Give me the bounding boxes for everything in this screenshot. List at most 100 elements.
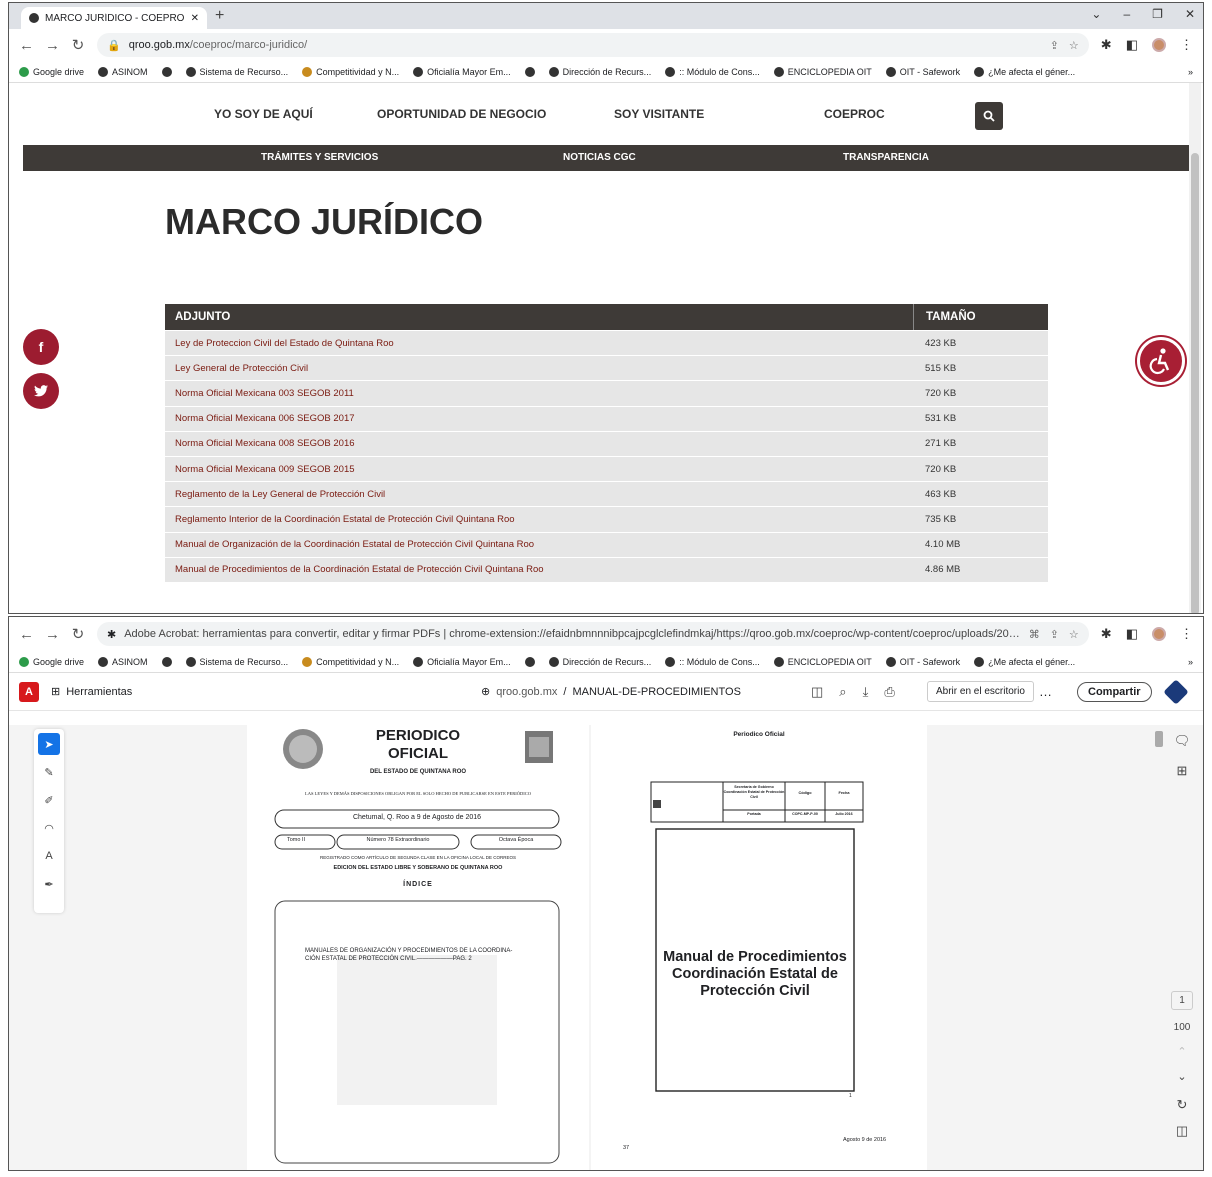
bookmark-item[interactable]: Oficialía Mayor Em... xyxy=(413,656,511,667)
print-icon[interactable]: ⎙ xyxy=(884,684,894,700)
bookmark-item[interactable] xyxy=(161,656,172,667)
bookmark-item[interactable]: :: Módulo de Cons... xyxy=(665,66,760,77)
search-icon[interactable]: ⌕ xyxy=(839,684,846,700)
comments-icon[interactable]: 🗨 xyxy=(1174,733,1191,749)
bookmark-item[interactable]: Competitividad y N... xyxy=(302,656,399,667)
download-icon[interactable]: ⤓ xyxy=(863,684,869,700)
attachment-link[interactable]: Ley General de Protección Civil xyxy=(165,363,913,374)
chevron-up-icon[interactable]: ⌃ xyxy=(1177,1045,1186,1058)
bookmark-item[interactable]: ¿Me afecta el géner... xyxy=(974,66,1075,77)
forward-icon[interactable]: → xyxy=(45,37,60,54)
close-tab-icon[interactable]: ✕ xyxy=(191,13,199,24)
sidepanel-icon[interactable]: ◧ xyxy=(1126,37,1138,53)
page-view-icon[interactable]: ◫ xyxy=(1176,1123,1188,1139)
bookmark-item[interactable]: Google drive xyxy=(19,656,84,667)
bookmark-item[interactable]: ASINOM xyxy=(98,656,148,667)
nav-soy-visitante[interactable]: SOY VISITANTE xyxy=(614,107,704,121)
bookmark-item[interactable]: Competitividad y N... xyxy=(302,66,399,77)
tools-button[interactable]: ⊞ Herramientas xyxy=(51,685,132,699)
bookmark-item[interactable] xyxy=(161,66,172,77)
restore-icon[interactable]: ❐ xyxy=(1152,7,1163,21)
bookmark-item[interactable] xyxy=(524,656,535,667)
bookmark-item[interactable]: :: Módulo de Cons... xyxy=(665,656,760,667)
bookmark-item[interactable]: Google drive xyxy=(19,66,84,77)
share-icon[interactable]: ⇪ xyxy=(1050,39,1059,52)
bookmarks-overflow-icon[interactable]: » xyxy=(1188,67,1193,77)
profile-avatar[interactable] xyxy=(1152,38,1166,52)
ai-assistant-icon[interactable] xyxy=(1163,678,1189,705)
facebook-button[interactable]: f xyxy=(23,329,59,365)
reload-icon[interactable]: ↻ xyxy=(71,36,85,54)
nav-oportunidad-negocio[interactable]: OPORTUNIDAD DE NEGOCIO xyxy=(377,107,546,121)
bookmark-star-icon[interactable]: ☆ xyxy=(1069,39,1079,52)
chevron-down-icon[interactable]: ⌄ xyxy=(1177,1070,1186,1083)
tab-search-icon[interactable]: ⌄ xyxy=(1091,7,1101,21)
page-number-input[interactable]: 1 xyxy=(1171,991,1193,1010)
bookmark-item[interactable]: ENCICLOPEDIA OIT xyxy=(773,66,872,77)
extensions-icon[interactable]: ✱ xyxy=(1101,37,1112,53)
add-comment-icon[interactable]: ✎ xyxy=(38,761,60,783)
share-button[interactable]: Compartir xyxy=(1077,681,1152,702)
sign-icon[interactable]: ✒ xyxy=(38,873,60,895)
nav-noticias[interactable]: NOTICIAS CGC xyxy=(563,152,636,163)
accessibility-button[interactable] xyxy=(1137,337,1185,385)
bookmark-item[interactable]: Oficialía Mayor Em... xyxy=(413,66,511,77)
back-icon[interactable]: ← xyxy=(19,37,34,54)
attachment-link[interactable]: Norma Oficial Mexicana 009 SEGOB 2015 xyxy=(165,464,913,475)
attachment-link[interactable]: Norma Oficial Mexicana 008 SEGOB 2016 xyxy=(165,438,913,449)
search-button[interactable] xyxy=(975,102,1003,130)
select-cursor-icon[interactable]: ➤ xyxy=(38,733,60,755)
attachment-link[interactable]: Reglamento Interior de la Coordinación E… xyxy=(165,514,913,525)
attachment-link[interactable]: Manual de Procedimientos de la Coordinac… xyxy=(165,564,913,575)
bookmarks-overflow-icon[interactable]: » xyxy=(1188,657,1193,667)
translate-icon[interactable]: ⌘ xyxy=(1029,628,1040,641)
bookmark-item[interactable]: Dirección de Recurs... xyxy=(548,66,651,77)
bookmark-item[interactable]: Sistema de Recurso... xyxy=(185,656,288,667)
bookmark-item[interactable]: Dirección de Recurs... xyxy=(548,656,651,667)
nav-yo-soy-de-aqui[interactable]: YO SOY DE AQUÍ xyxy=(214,107,313,121)
address-bar-2[interactable]: ✱ Adobe Acrobat: herramientas para conve… xyxy=(97,622,1089,646)
sidepanel-icon[interactable]: ◧ xyxy=(1126,626,1138,642)
attachment-link[interactable]: Manual de Organización de la Coordinació… xyxy=(165,539,913,550)
more-icon[interactable]: … xyxy=(1039,684,1052,699)
reload-icon[interactable]: ↻ xyxy=(71,625,85,643)
thumbnails-icon[interactable]: ⊞ xyxy=(1177,763,1188,779)
extensions-icon[interactable]: ✱ xyxy=(1101,626,1112,642)
twitter-button[interactable] xyxy=(23,373,59,409)
bookmark-item[interactable]: OIT - Safework xyxy=(885,656,960,667)
bookmark-item[interactable]: ENCICLOPEDIA OIT xyxy=(773,656,872,667)
rotate-icon[interactable]: ↻ xyxy=(1177,1097,1188,1113)
open-desktop-button[interactable]: Abrir en el escritorio xyxy=(927,681,1034,702)
attachment-link[interactable]: Norma Oficial Mexicana 003 SEGOB 2011 xyxy=(165,388,913,399)
address-bar[interactable]: 🔒 qroo.gob.mx/coeproc/marco-juridico/ ⇪ ☆ xyxy=(97,33,1089,57)
share-icon[interactable]: ⇪ xyxy=(1050,628,1059,641)
nav-tramites[interactable]: TRÁMITES Y SERVICIOS xyxy=(261,152,378,163)
attachment-link[interactable]: Ley de Proteccion Civil del Estado de Qu… xyxy=(165,338,913,349)
nav-transparencia[interactable]: TRANSPARENCIA xyxy=(843,152,929,163)
menu-icon[interactable]: ⋮ xyxy=(1180,37,1193,53)
profile-avatar[interactable] xyxy=(1152,627,1166,641)
back-icon[interactable]: ← xyxy=(19,626,34,643)
close-window-icon[interactable]: ✕ xyxy=(1185,7,1195,21)
text-box-icon[interactable]: A xyxy=(38,845,60,867)
attachment-link[interactable]: Norma Oficial Mexicana 006 SEGOB 2017 xyxy=(165,413,913,424)
bookmark-item[interactable]: OIT - Safework xyxy=(885,66,960,77)
pdf-scrollbar[interactable] xyxy=(1155,725,1163,1170)
bookmark-star-icon[interactable]: ☆ xyxy=(1069,628,1079,641)
minimize-icon[interactable]: – xyxy=(1123,7,1130,21)
acrobat-logo-icon[interactable]: A xyxy=(19,681,39,702)
bookmark-item[interactable]: Sistema de Recurso... xyxy=(185,66,288,77)
nav-coeproc[interactable]: COEPROC xyxy=(824,107,885,121)
menu-icon[interactable]: ⋮ xyxy=(1180,626,1193,642)
bookmark-item[interactable]: ¿Me afecta el géner... xyxy=(974,656,1075,667)
tab-marco-juridico[interactable]: MARCO JURÍDICO - COEPROC - — ✕ xyxy=(21,7,207,29)
new-tab-icon[interactable]: + xyxy=(215,7,224,25)
bookmark-item[interactable] xyxy=(524,66,535,77)
page-scrollbar[interactable] xyxy=(1189,83,1201,613)
zoom-level[interactable]: 100 xyxy=(1174,1022,1191,1033)
bookmark-item[interactable]: ASINOM xyxy=(98,66,148,77)
draw-icon[interactable]: ◠ xyxy=(38,817,60,839)
forward-icon[interactable]: → xyxy=(45,626,60,643)
page-thumbs-icon[interactable]: ◫ xyxy=(811,684,823,700)
highlight-icon[interactable]: ✐ xyxy=(38,789,60,811)
